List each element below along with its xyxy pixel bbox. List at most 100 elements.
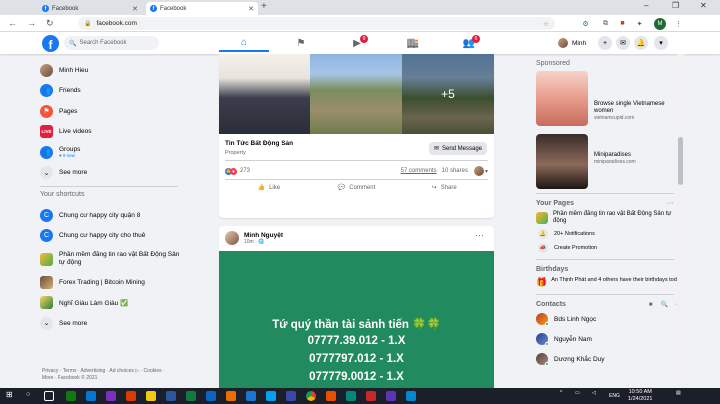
app-icon[interactable] <box>86 391 96 401</box>
browser-menu-icon[interactable]: ⋮ <box>673 18 684 29</box>
close-tab-icon[interactable]: ✕ <box>248 5 254 13</box>
tray-chevron-icon[interactable]: ^ <box>560 390 562 396</box>
bookmark-star-icon[interactable]: ☆ <box>543 20 549 28</box>
sidebar-item-pages[interactable]: ⚑ Pages <box>40 101 180 122</box>
task-view-icon[interactable] <box>44 391 54 401</box>
ad-title[interactable]: Browse single Vietnamese women <box>594 101 684 115</box>
nav-home-tab[interactable]: ⌂ <box>219 35 269 52</box>
app-icon[interactable] <box>166 391 176 401</box>
forward-icon[interactable]: → <box>27 18 36 28</box>
comments-count[interactable]: 57 comments <box>401 168 437 174</box>
nav-groups-tab[interactable]: 👥 6 <box>444 35 494 52</box>
app-icon[interactable] <box>206 391 216 401</box>
app-icon[interactable] <box>66 391 76 401</box>
nav-pages-tab[interactable]: ⚑ <box>276 35 326 52</box>
create-promotion-row[interactable]: 📣 Create Promotion <box>536 243 684 253</box>
search-icon[interactable]: 🔍 <box>661 301 668 308</box>
author-avatar[interactable] <box>225 231 239 245</box>
sponsored-ad[interactable]: Miniparadises miniparadises.com <box>536 134 684 189</box>
create-menu-button[interactable]: + <box>598 36 612 50</box>
sidebar-item-live-videos[interactable]: LIVE Live videos <box>40 122 180 143</box>
shortcut-item[interactable]: Nghĩ Giàu Làm Giàu ✅ <box>40 293 180 314</box>
account-menu-chevron-icon[interactable]: ▾ <box>654 36 668 50</box>
profile-chip[interactable]: Minh <box>558 36 586 50</box>
extension-icon[interactable]: ■ <box>617 18 628 29</box>
chrome-icon[interactable] <box>306 391 316 401</box>
browser-tab-active[interactable]: f Facebook ✕ <box>146 2 258 15</box>
shortcut-item[interactable]: C Chung cư happy city quận 8 <box>40 205 180 226</box>
sidebar-see-more[interactable]: ⌄ See more <box>40 163 180 184</box>
ad-title[interactable]: Miniparadises <box>594 152 636 159</box>
author-name[interactable]: Minh Nguyệt <box>244 232 283 239</box>
close-tab-icon[interactable]: ✕ <box>132 5 138 13</box>
contact-item[interactable]: Nguyễn Nam <box>536 331 684 347</box>
facebook-logo[interactable]: f <box>42 35 59 52</box>
birthday-row[interactable]: 🎁 An Thịnh Phát and 4 others have their … <box>536 277 684 288</box>
comment-button[interactable]: 💬 Comment <box>313 181 401 194</box>
video-call-icon[interactable]: ■ <box>649 302 653 308</box>
search-icon[interactable]: ○ <box>26 391 36 401</box>
folder-icon[interactable] <box>146 391 156 401</box>
browser-profile-avatar[interactable]: M <box>654 18 666 30</box>
app-icon[interactable] <box>186 391 196 401</box>
app-icon[interactable] <box>266 391 276 401</box>
post-photo[interactable] <box>310 54 402 134</box>
maximize-button[interactable]: ❐ <box>672 1 679 10</box>
minimize-button[interactable]: – <box>644 1 648 10</box>
shortcuts-see-more[interactable]: ⌄ See more <box>40 313 180 334</box>
back-icon[interactable]: ← <box>8 18 17 28</box>
messenger-icon[interactable]: ✉ <box>616 36 630 50</box>
app-icon[interactable] <box>386 391 396 401</box>
photo-collage[interactable]: +5 <box>219 54 494 134</box>
new-tab-button[interactable]: + <box>261 1 267 12</box>
app-icon[interactable] <box>346 391 356 401</box>
post-options-icon[interactable]: ··· <box>475 230 484 240</box>
app-icon[interactable] <box>286 391 296 401</box>
notifications-bell-icon[interactable]: 🔔 <box>634 36 648 50</box>
extension-icon[interactable]: ⚙ <box>580 18 591 29</box>
footer-links[interactable]: Privacy · Terms · Advertising · Ad choic… <box>42 368 170 381</box>
extensions-puzzle-icon[interactable]: ✦ <box>634 18 645 29</box>
share-button[interactable]: ↪ Share <box>400 181 488 194</box>
sidebar-item-groups[interactable]: 👥 Groups ● 9 new <box>40 142 180 163</box>
shortcut-item[interactable]: Phần mềm đăng tin rao vặt Bất Động Sản t… <box>40 246 180 272</box>
chevron-down-icon[interactable]: ▾ <box>485 168 488 175</box>
page-item[interactable]: Phần mềm đăng tin rao vặt Bất Động Sản t… <box>536 211 684 225</box>
post-photo[interactable] <box>219 54 310 134</box>
app-icon[interactable] <box>226 391 236 401</box>
nav-marketplace-tab[interactable]: 🏬 <box>388 35 438 52</box>
shortcut-item[interactable]: C Chung cư happy city cho thuê <box>40 226 180 247</box>
app-icon[interactable] <box>246 391 256 401</box>
page-scrollbar[interactable] <box>677 54 684 388</box>
sidebar-item-friends[interactable]: 👥 Friends <box>40 81 180 102</box>
like-button[interactable]: 👍 Like <box>225 181 313 194</box>
system-clock[interactable]: 10:50 AM 1/24/2021 <box>628 389 652 402</box>
ad-image[interactable] <box>536 71 588 126</box>
post-photo[interactable]: +5 <box>402 54 494 134</box>
ad-image[interactable] <box>536 134 588 189</box>
network-icon[interactable]: ▭ <box>575 390 580 396</box>
more-options-icon[interactable]: ··· <box>667 200 674 207</box>
language-indicator[interactable]: ENG <box>609 393 620 399</box>
extension-icon[interactable]: ⧉ <box>600 18 611 29</box>
sidebar-item-profile[interactable]: Minh Hieu <box>40 60 180 81</box>
reactions-count[interactable]: 273 <box>240 168 250 174</box>
windows-start-icon[interactable]: ⊞ <box>6 390 16 400</box>
notifications-row[interactable]: 🔔 20+ Notifications <box>536 229 684 239</box>
page-title[interactable]: Tin Tức Bất Động Sản <box>225 140 293 147</box>
shares-count[interactable]: 10 shares <box>442 168 468 174</box>
contact-item[interactable]: Bds Linh Ngọc <box>536 311 684 327</box>
reaction-as-avatar[interactable] <box>473 166 484 176</box>
notification-center-icon[interactable]: ▤ <box>676 390 681 396</box>
volume-icon[interactable]: ◁ <box>592 390 596 396</box>
post-timestamp[interactable]: 10m · 🌐 <box>244 239 283 245</box>
shortcut-item[interactable]: Forex Trading | Bitcoin Mining <box>40 272 180 293</box>
close-window-button[interactable]: ✕ <box>700 1 707 10</box>
visual-studio-icon[interactable] <box>106 391 116 401</box>
app-icon[interactable] <box>126 391 136 401</box>
contact-item[interactable]: Dương Khắc Duy <box>536 351 684 367</box>
app-icon[interactable] <box>366 391 376 401</box>
app-icon[interactable] <box>406 391 416 401</box>
send-message-button[interactable]: ✉ Send Message <box>429 142 487 155</box>
sponsored-ad[interactable]: Browse single Vietnamese women vietnamcu… <box>536 71 684 126</box>
